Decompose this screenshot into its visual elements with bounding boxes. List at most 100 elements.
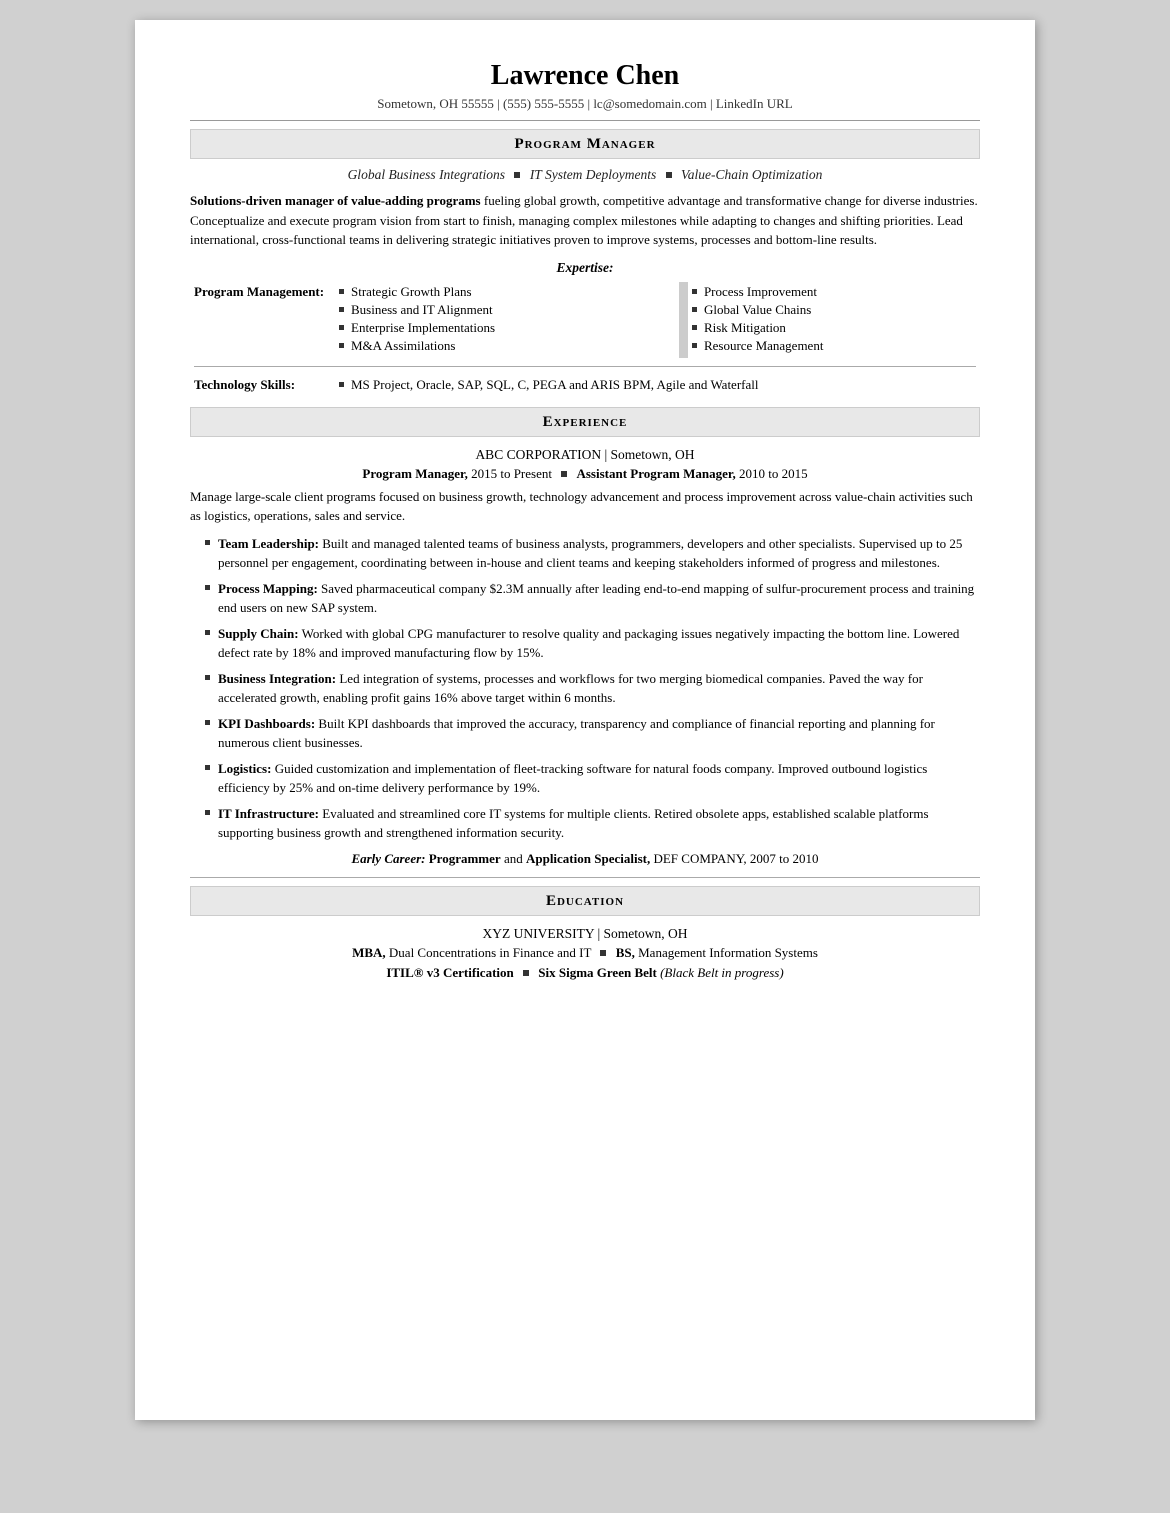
pm-item-1: Strategic Growth Plans [339,284,675,300]
job-title-line: Program Manager, 2015 to Present Assista… [190,466,980,482]
bs-bold: BS, [616,945,635,960]
pm-right-item-3: Risk Mitigation [692,320,976,336]
specialties-area: Global Business Integrations IT System D… [190,167,980,183]
bullet-sq-1 [514,172,520,178]
expertise-divider-row [190,358,980,375]
pm-left-3: Enterprise Implementations [351,320,495,336]
experience-bullet-list: Team Leadership: Built and managed talen… [190,534,980,843]
bs-text: Management Information Systems [638,945,818,960]
mba-text: Dual Concentrations in Finance and IT [389,945,595,960]
pm-right-1: Process Improvement [704,284,817,300]
bullet-text: KPI Dashboards: Built KPI dashboards tha… [218,714,980,753]
early-career-line: Early Career: Programmer and Application… [190,851,980,867]
education-area: Education XYZ UNIVERSITY | Sometown, OH … [190,877,980,981]
summary-paragraph: Solutions-driven manager of value-adding… [190,191,980,250]
bullet-icon [692,325,697,330]
bullet-label: Logistics: [218,761,271,776]
job-title-bold-1: Program Manager, [362,466,467,481]
experience-header-box: Experience [190,407,980,437]
bullet-sq-cert [523,970,529,976]
summary-bold-intro: Solutions-driven manager of value-adding… [190,193,481,208]
company-name: ABC CORPORATION | Sometown, OH [190,447,980,463]
early-career-company: DEF COMPANY, 2007 to 2010 [653,851,818,866]
bullet-icon [205,540,210,545]
bullet-supply-chain: Supply Chain: Worked with global CPG man… [190,624,980,663]
experience-area: Experience ABC CORPORATION | Sometown, O… [190,407,980,867]
title-label: Program Manager [514,136,655,152]
bullet-icon [205,720,210,725]
bullet-icon [339,343,344,348]
program-management-label: Program Management: [190,282,335,358]
bullet-icon [339,325,344,330]
header-divider [190,120,980,121]
pm-left-2: Business and IT Alignment [351,302,493,318]
mba-bold: MBA, [352,945,386,960]
degree-line: MBA, Dual Concentrations in Finance and … [190,945,980,961]
bullet-text: Supply Chain: Worked with global CPG man… [218,624,980,663]
bullet-label: Supply Chain: [218,626,299,641]
bullet-icon [692,343,697,348]
program-mgmt-right-col: Process Improvement Global Value Chains … [688,282,980,358]
job-description: Manage large-scale client programs focus… [190,487,980,526]
bullet-icon [339,382,344,387]
expertise-table: Program Management: Strategic Growth Pla… [190,282,980,397]
candidate-name: Lawrence Chen [190,60,980,92]
bullet-label: Team Leadership: [218,536,319,551]
expertise-tech-row: Technology Skills: MS Project, Oracle, S… [190,375,980,397]
pm-right-2: Global Value Chains [704,302,811,318]
bullet-icon [205,765,210,770]
tech-items-col: MS Project, Oracle, SAP, SQL, C, PEGA an… [335,375,980,397]
bullet-sq-2 [666,172,672,178]
bullet-logistics: Logistics: Guided customization and impl… [190,759,980,798]
bullet-text: Business Integration: Led integration of… [218,669,980,708]
pm-left-4: M&A Assimilations [351,338,455,354]
pm-item-2: Business and IT Alignment [339,302,675,318]
experience-header-label: Experience [543,414,628,430]
bullet-sq-job [561,471,567,477]
bullet-sq-edu [600,950,606,956]
job-title-bold-2: Assistant Program Manager, [576,466,735,481]
bullet-text: Process Mapping: Saved pharmaceutical co… [218,579,980,618]
bullet-label: Business Integration: [218,671,336,686]
bullet-it-infrastructure: IT Infrastructure: Evaluated and streaml… [190,804,980,843]
tech-text: MS Project, Oracle, SAP, SQL, C, PEGA an… [351,377,758,393]
early-career-and: and [504,851,526,866]
specialty-2: IT System Deployments [530,167,656,182]
bullet-text: IT Infrastructure: Evaluated and streaml… [218,804,980,843]
early-career-role1: Programmer [429,851,501,866]
cert-belt-in-progress: (Black Belt in progress) [660,965,784,980]
expertise-program-row: Program Management: Strategic Growth Pla… [190,282,980,358]
bullet-icon [692,289,697,294]
bullet-icon [692,307,697,312]
col-divider [679,282,688,358]
cert-sixsigma: Six Sigma Green Belt [538,965,660,980]
bullet-kpi-dashboards: KPI Dashboards: Built KPI dashboards tha… [190,714,980,753]
bullet-text: Logistics: Guided customization and impl… [218,759,980,798]
pm-left-1: Strategic Growth Plans [351,284,472,300]
resume-page: Lawrence Chen Sometown, OH 55555 | (555)… [135,20,1035,1420]
bullet-label: KPI Dashboards: [218,716,315,731]
pm-right-item-1: Process Improvement [692,284,976,300]
contact-info: Sometown, OH 55555 | (555) 555-5555 | lc… [190,96,980,112]
bullet-team-leadership: Team Leadership: Built and managed talen… [190,534,980,573]
header-section: Lawrence Chen Sometown, OH 55555 | (555)… [190,60,980,121]
early-career-role2: Application Specialist, [526,851,650,866]
specialties-line: Global Business Integrations IT System D… [190,167,980,183]
certifications-line: ITIL® v3 Certification Six Sigma Green B… [190,965,980,981]
program-mgmt-left-col: Strategic Growth Plans Business and IT A… [335,282,679,358]
bullet-text: Team Leadership: Built and managed talen… [218,534,980,573]
specialty-1: Global Business Integrations [348,167,506,182]
bullet-icon [339,289,344,294]
bullet-business-integration: Business Integration: Led integration of… [190,669,980,708]
bullet-icon [205,675,210,680]
specialty-3: Value-Chain Optimization [681,167,822,182]
pm-item-4: M&A Assimilations [339,338,675,354]
bullet-icon [205,810,210,815]
pm-right-4: Resource Management [704,338,823,354]
education-header-box: Education [190,886,980,916]
bullet-icon [205,585,210,590]
technology-label: Technology Skills: [190,375,335,397]
bullet-label: IT Infrastructure: [218,806,319,821]
expertise-title: Expertise: [190,260,980,276]
job-years-2: 2010 to 2015 [739,466,808,481]
